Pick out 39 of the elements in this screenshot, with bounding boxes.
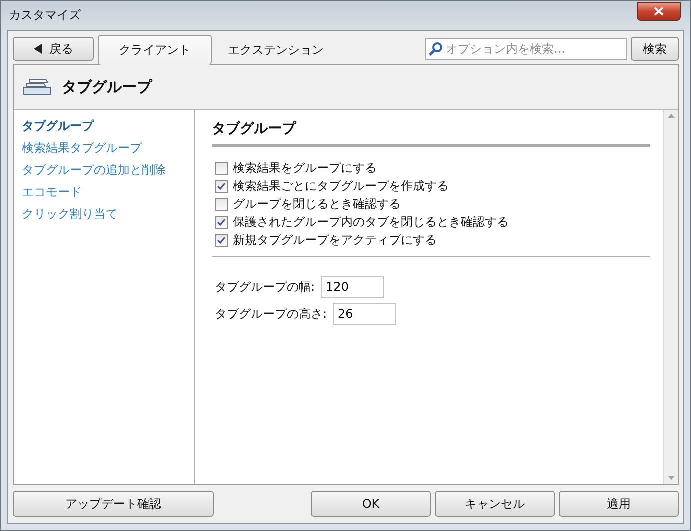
checkbox[interactable]: [215, 180, 228, 192]
input-field[interactable]: 26: [333, 303, 396, 325]
checkbox[interactable]: [215, 162, 228, 174]
sidebar-link[interactable]: 検索結果タブグループ: [22, 140, 194, 157]
back-arrow-icon: [34, 44, 42, 54]
window-title: カスタマイズ: [9, 7, 81, 24]
scrollbar[interactable]: [663, 110, 678, 484]
back-button[interactable]: 戻る: [13, 37, 94, 61]
tab[interactable]: クライアント: [98, 35, 212, 65]
checkbox-label: 検索結果ごとにタブグループを作成する: [233, 178, 449, 194]
search-icon: [429, 42, 443, 56]
scroll-up-icon: [668, 114, 674, 118]
tab-stack-icon: [22, 78, 54, 96]
dialog-button[interactable]: 適用: [559, 491, 679, 517]
section-title: タブグループ: [212, 120, 298, 138]
input-field[interactable]: 120: [321, 276, 384, 298]
close-icon: [654, 6, 664, 16]
dialog-button[interactable]: OK: [311, 491, 431, 517]
tab[interactable]: エクステンション: [216, 36, 336, 64]
field-label: タブグループの幅:: [215, 278, 316, 296]
close-button[interactable]: [637, 2, 681, 20]
dialog-button[interactable]: キャンセル: [435, 491, 555, 517]
update-check-button[interactable]: アップデート確認: [13, 491, 214, 517]
sidebar-link[interactable]: タブグループの追加と削除: [22, 162, 194, 179]
sidebar-link[interactable]: エコモード: [22, 184, 194, 201]
page-title: タブグループ: [62, 78, 152, 96]
checkbox[interactable]: [215, 216, 228, 228]
search-button[interactable]: 検索: [631, 37, 679, 61]
sidebar-link[interactable]: クリック割り当て: [22, 206, 194, 223]
checkbox-label: グループを閉じるとき確認する: [233, 196, 401, 212]
field-label: タブグループの高さ:: [215, 306, 328, 322]
checkbox-label: 新規タブグループをアクティブにする: [233, 232, 437, 248]
scroll-down-icon: [668, 476, 674, 480]
checkbox[interactable]: [215, 234, 228, 246]
checkbox-label: 保護されたグループ内のタブを閉じるとき確認する: [233, 214, 509, 230]
checkbox-label: 検索結果をグループにする: [233, 160, 377, 176]
checkbox[interactable]: [215, 198, 228, 210]
search-field[interactable]: オプション内を検索...: [425, 38, 627, 60]
sidebar-link[interactable]: タブグループ: [22, 118, 194, 135]
